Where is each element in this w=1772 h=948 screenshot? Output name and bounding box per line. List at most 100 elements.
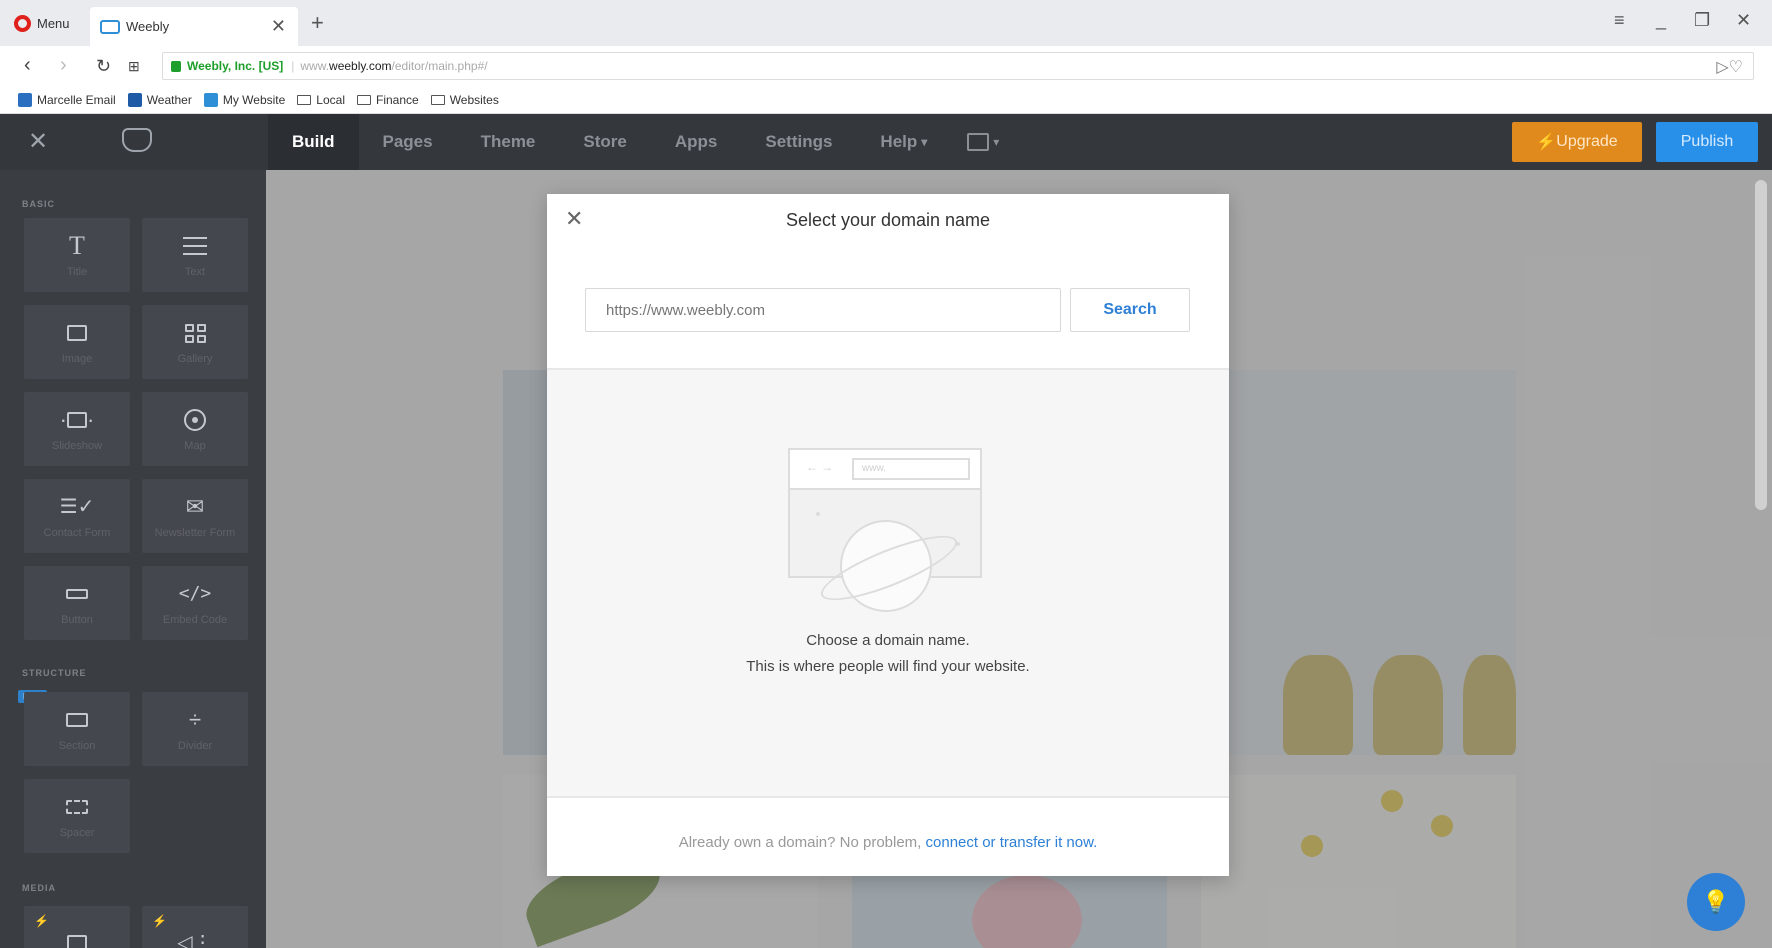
element-label: Newsletter Form <box>154 527 236 539</box>
element-image[interactable]: Image <box>24 305 130 379</box>
minimize-icon[interactable]: _ <box>1656 10 1666 31</box>
nav-apps[interactable]: Apps <box>651 114 742 170</box>
element-button[interactable]: Button <box>24 566 130 640</box>
element-contact-form[interactable]: ☰✓ Contact Form <box>24 479 130 553</box>
window-close-icon[interactable]: ✕ <box>1736 10 1751 31</box>
element-map[interactable]: Map <box>142 392 248 466</box>
element-section[interactable]: Section <box>24 692 130 766</box>
element-label: Text <box>184 266 206 278</box>
slideshow-icon: · · <box>59 407 95 432</box>
website-icon <box>203 92 218 107</box>
lightning-icon: ⚡ <box>34 914 49 928</box>
upgrade-label: Upgrade <box>1556 133 1618 150</box>
element-label: Title <box>66 266 88 278</box>
bookmark-label: Weather <box>146 92 192 107</box>
weebly-logo-icon <box>122 128 152 152</box>
element-label: Image <box>61 353 93 365</box>
screen: Menu Weebly ✕ + ≡ _ ❐ ✕ ‹ › ↻ ⊞ Weebly, … <box>0 0 1772 948</box>
nav-theme[interactable]: Theme <box>457 114 560 170</box>
element-audio[interactable]: ⚡ ◁⋮ <box>142 906 248 948</box>
element-embed-code[interactable]: </> Embed Code <box>142 566 248 640</box>
new-tab-icon[interactable]: + <box>311 10 324 36</box>
restore-icon[interactable]: ❐ <box>1694 10 1710 31</box>
canvas-scrollbar[interactable] <box>1755 180 1767 510</box>
video-icon <box>67 929 87 948</box>
domain-illustration: ←→ www. <box>788 448 982 618</box>
element-spacer[interactable]: Spacer <box>24 779 130 853</box>
browser-address-bar: ‹ › ↻ ⊞ Weebly, Inc. [US] | www. weebly.… <box>0 46 1772 86</box>
bookmark-folder-local[interactable]: Local <box>297 93 345 107</box>
element-label: Section <box>58 740 96 752</box>
forward-icon[interactable]: › <box>60 54 67 77</box>
newsletter-icon: ✉ <box>185 494 205 519</box>
browser-tab[interactable]: Weebly ✕ <box>90 7 298 46</box>
nav-help[interactable]: Help ▾ <box>856 114 951 170</box>
chevron-down-icon: ▾ <box>921 135 928 149</box>
lock-icon <box>171 60 181 72</box>
star-dot <box>816 512 820 516</box>
reload-icon[interactable]: ↻ <box>96 56 111 77</box>
button-icon <box>66 580 88 608</box>
element-label: Spacer <box>59 827 95 839</box>
weather-icon <box>127 92 142 107</box>
bookmark-marcelle-email[interactable]: Marcelle Email <box>18 92 116 107</box>
folder-icon <box>356 94 371 105</box>
nav-settings[interactable]: Settings <box>741 114 856 170</box>
weebly-favicon-icon <box>100 19 120 34</box>
publish-button[interactable]: Publish <box>1656 122 1758 162</box>
tab-menu-icon[interactable]: ≡ <box>1614 10 1625 31</box>
bookmark-label: Local <box>316 92 345 107</box>
tab-close-icon[interactable]: ✕ <box>271 16 286 37</box>
url-separator: | <box>291 59 295 73</box>
opera-menu-label: Menu <box>37 15 70 31</box>
device-preview-icon[interactable] <box>967 133 990 151</box>
nav-pages[interactable]: Pages <box>359 114 457 170</box>
speed-dial-icon[interactable]: ⊞ <box>128 58 140 75</box>
element-label: Slideshow <box>51 440 103 452</box>
section-icon <box>66 706 88 734</box>
bookmark-folder-websites[interactable]: Websites <box>430 93 499 107</box>
domain-search-input[interactable] <box>585 288 1061 332</box>
embed-code-icon: </> <box>178 583 212 604</box>
element-video[interactable]: ⚡ <box>24 906 130 948</box>
opera-menu-button[interactable]: Menu <box>14 11 70 35</box>
element-label: Divider <box>177 740 213 752</box>
image-icon <box>67 319 87 347</box>
browser-tabbar: Menu Weebly ✕ + ≡ _ ❐ ✕ <box>0 0 1772 46</box>
connect-transfer-link[interactable]: connect or transfer it now. <box>926 834 1098 851</box>
url-field[interactable]: Weebly, Inc. [US] | www. weebly.com /edi… <box>162 52 1754 80</box>
bookmark-label: Finance <box>375 92 419 107</box>
element-newsletter-form[interactable]: ✉ Newsletter Form <box>142 479 248 553</box>
modal-footer: Already own a domain? No problem, connec… <box>547 834 1229 851</box>
modal-title: Select your domain name <box>785 210 991 230</box>
editor-close-icon[interactable]: ✕ <box>28 127 48 156</box>
upgrade-button[interactable]: ⚡ Upgrade <box>1512 122 1642 162</box>
modal-footer-divider <box>547 796 1229 798</box>
footer-text: Already own a domain? No problem, <box>678 834 926 851</box>
modal-body: ←→ www. Choose a domain name. This is wh… <box>547 370 1229 796</box>
nav-store[interactable]: Store <box>559 114 650 170</box>
domain-search-button[interactable]: Search <box>1070 288 1190 332</box>
element-gallery[interactable]: Gallery <box>142 305 248 379</box>
folder-icon <box>430 94 445 105</box>
contact-form-icon: ☰✓ <box>59 496 95 518</box>
lightning-icon: ⚡ <box>1536 134 1557 151</box>
back-icon[interactable]: ‹ <box>24 54 31 77</box>
element-divider[interactable]: ÷ Divider <box>142 692 248 766</box>
element-title[interactable]: T Title <box>24 218 130 292</box>
element-label: Embed Code <box>162 614 228 626</box>
bookmark-folder-finance[interactable]: Finance <box>356 92 419 107</box>
bookmark-my-website[interactable]: My Website <box>203 92 285 107</box>
chevron-down-icon: ▾ <box>993 135 1000 149</box>
modal-message-line-2: This is where people will find your webs… <box>746 658 1030 675</box>
help-lightbulb-button[interactable]: 💡 <box>1687 873 1745 931</box>
section-heading-media: MEDIA <box>22 883 56 893</box>
bookmark-weather[interactable]: Weather <box>127 92 192 107</box>
element-label: Button <box>61 614 93 626</box>
nav-build[interactable]: Build <box>268 114 359 170</box>
section-heading-structure: STRUCTURE <box>22 668 87 678</box>
bookmark-heart-icon[interactable]: ▷♡ <box>1716 57 1743 77</box>
tab-title: Weebly <box>126 19 170 34</box>
element-text[interactable]: Text <box>142 218 248 292</box>
element-slideshow[interactable]: · · Slideshow <box>24 392 130 466</box>
